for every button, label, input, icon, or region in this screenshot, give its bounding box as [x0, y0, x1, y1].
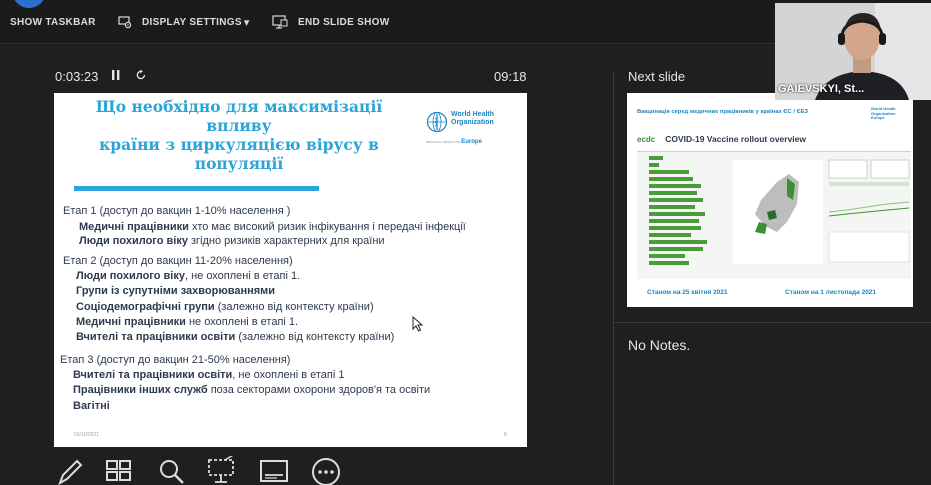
- stage-item: Люди похилого віку згідно ризиків характ…: [79, 235, 385, 247]
- stage-item-bold: Медичні працівники: [76, 316, 186, 328]
- title-accent-bar: [74, 186, 319, 191]
- stage-item-bold: Люди похилого віку: [79, 235, 188, 247]
- restart-timer-button[interactable]: [135, 69, 147, 84]
- who-region: Europe: [871, 115, 885, 120]
- stage-item-bold: Вчителі та працівники освіти: [76, 331, 236, 343]
- display-settings-button[interactable]: DISPLAY SETTINGS ▾: [118, 0, 250, 44]
- stage-item-bold: Медичні працівники: [79, 221, 189, 233]
- stage-item-rest: не охоплені в етапі 1.: [185, 316, 299, 328]
- next-slide-banner: ecdc COVID-19 Vaccine rollout overview: [637, 129, 902, 149]
- stage-item-rest: (залежно від контексту країни): [235, 331, 395, 343]
- more-icon: [312, 458, 340, 485]
- end-slide-show-button[interactable]: END SLIDE SHOW: [272, 0, 389, 44]
- slide-title-line: країни з циркуляцією вірусу в популяції: [99, 135, 379, 173]
- next-slide-label: Next slide: [628, 69, 686, 84]
- speaker-notes[interactable]: No Notes.: [628, 337, 690, 353]
- stage-item-bold: Люди похилого віку: [76, 270, 185, 282]
- pen-icon: [58, 459, 83, 485]
- stage-item-rest: (залежно від контексту країни): [214, 301, 374, 313]
- slide-date: 03/10/2021: [74, 432, 100, 438]
- zoom-icon: [160, 460, 184, 484]
- display-settings-label: DISPLAY SETTINGS: [142, 16, 242, 28]
- stage-item: Групи із супутніми захворюваннями: [76, 285, 275, 297]
- stage-item-bold: Вчителі та працівники освіти: [73, 369, 233, 381]
- next-slide-who-logo: World Health Organization Europe: [871, 106, 896, 121]
- stage-item: Медичні працівники не охоплені в етапі 1…: [76, 316, 298, 328]
- gear-icon: [118, 16, 132, 29]
- stage-item-rest: , не охоплені в етапі 1: [232, 369, 345, 381]
- mouse-cursor-icon: [412, 316, 424, 332]
- stage-item-bold: Працівники інших служб: [73, 384, 208, 396]
- pen-tool-button[interactable]: [54, 456, 88, 485]
- more-options-button[interactable]: [310, 456, 344, 485]
- stage-item-bold: Соціодемографічні групи: [76, 301, 215, 313]
- stage-item: Вагітні: [73, 400, 110, 412]
- stage-item: Вчителі та працівники освіти (залежно ві…: [76, 331, 394, 343]
- next-slide-preview[interactable]: Вакцинація серед медичних працівників у …: [627, 93, 913, 307]
- dashboard-thumbnail: [649, 156, 910, 265]
- pause-icon: [112, 70, 120, 80]
- who-region: Europe: [461, 139, 482, 145]
- grid-icon: [106, 460, 131, 481]
- chevron-down-icon: ▾: [243, 16, 250, 29]
- who-subline: REGIONAL OFFICE FOR: [426, 140, 461, 144]
- notes-separator: [614, 322, 931, 323]
- show-taskbar-button[interactable]: SHOW TASKBAR: [10, 0, 96, 44]
- laser-pointer-button[interactable]: [206, 453, 240, 485]
- next-slide-title: Вакцинація серед медичних працівників у …: [637, 109, 809, 115]
- laser-pointer-icon: [208, 453, 236, 483]
- show-taskbar-label: SHOW TASKBAR: [10, 16, 96, 28]
- clock: 09:18: [494, 69, 527, 84]
- next-slide-banner-title: COVID-19 Vaccine rollout overview: [665, 134, 807, 144]
- stage-item: Соціодемографічні групи (залежно від кон…: [76, 301, 374, 313]
- pane-divider[interactable]: [613, 72, 614, 485]
- stage-heading: Етап 3 (доступ до вакцин 21-50% населенн…: [60, 354, 291, 366]
- zoom-button[interactable]: [156, 456, 190, 485]
- slide-title-line: Що необхідно для максимізації впливу: [95, 97, 383, 135]
- subtitles-icon: [260, 460, 288, 482]
- who-logo: World Health Organization REGIONAL OFFIC…: [426, 111, 495, 145]
- current-slide[interactable]: Що необхідно для максимізації впливу кра…: [54, 93, 527, 447]
- stage-item: Медичні працівники хто має високий ризик…: [79, 221, 466, 233]
- end-slide-show-label: END SLIDE SHOW: [298, 16, 390, 28]
- next-slide-dashboard-image: [637, 151, 911, 279]
- stage-item: Працівники інших служб поза секторами ох…: [73, 384, 430, 396]
- stage-item-rest: поза секторами охорони здоров'я та освіт…: [207, 384, 431, 396]
- stage-heading: Етап 1 (доступ до вакцин 1-10% населення…: [63, 205, 291, 217]
- slide-title: Що необхідно для максимізації впливу кра…: [64, 97, 414, 173]
- slide-number: 8: [504, 432, 507, 438]
- next-slide-caption-right: Станом на 1 листопада 2021: [785, 289, 877, 296]
- pause-button[interactable]: [111, 69, 121, 84]
- elapsed-timer: 0:03:23: [55, 69, 99, 84]
- stage-heading: Етап 2 (доступ до вакцин 11-20% населенн…: [63, 255, 293, 267]
- stage-item: Вчителі та працівники освіти, не охоплен…: [73, 369, 344, 381]
- participant-name: GAIEVSKYI, St...: [778, 83, 865, 95]
- stage-item: Люди похилого віку, не охоплені в етапі …: [76, 270, 300, 282]
- see-all-slides-button[interactable]: [104, 456, 138, 485]
- who-line: Organization: [451, 118, 494, 126]
- end-show-icon: [272, 15, 288, 29]
- next-slide-caption-left: Станом на 25 квітня 2021: [647, 289, 728, 296]
- ecdc-logo: ecdc: [637, 134, 656, 144]
- subtitles-button[interactable]: [258, 456, 292, 485]
- stage-item-bold: Групи із супутніми захворюваннями: [76, 285, 276, 297]
- webcam-tile[interactable]: GAIEVSKYI, St...: [775, 3, 931, 100]
- who-line: World Health: [451, 111, 495, 118]
- stage-item-rest: , не охоплені в етапі 1.: [184, 270, 301, 282]
- restart-icon: [136, 69, 146, 80]
- stage-item-rest: хто має високий ризик інфікування і пере…: [188, 221, 466, 233]
- stage-item-rest: згідно ризиків характерних для країни: [187, 235, 385, 247]
- who-emblem-icon: [426, 111, 448, 133]
- stage-item-bold: Вагітні: [73, 400, 110, 412]
